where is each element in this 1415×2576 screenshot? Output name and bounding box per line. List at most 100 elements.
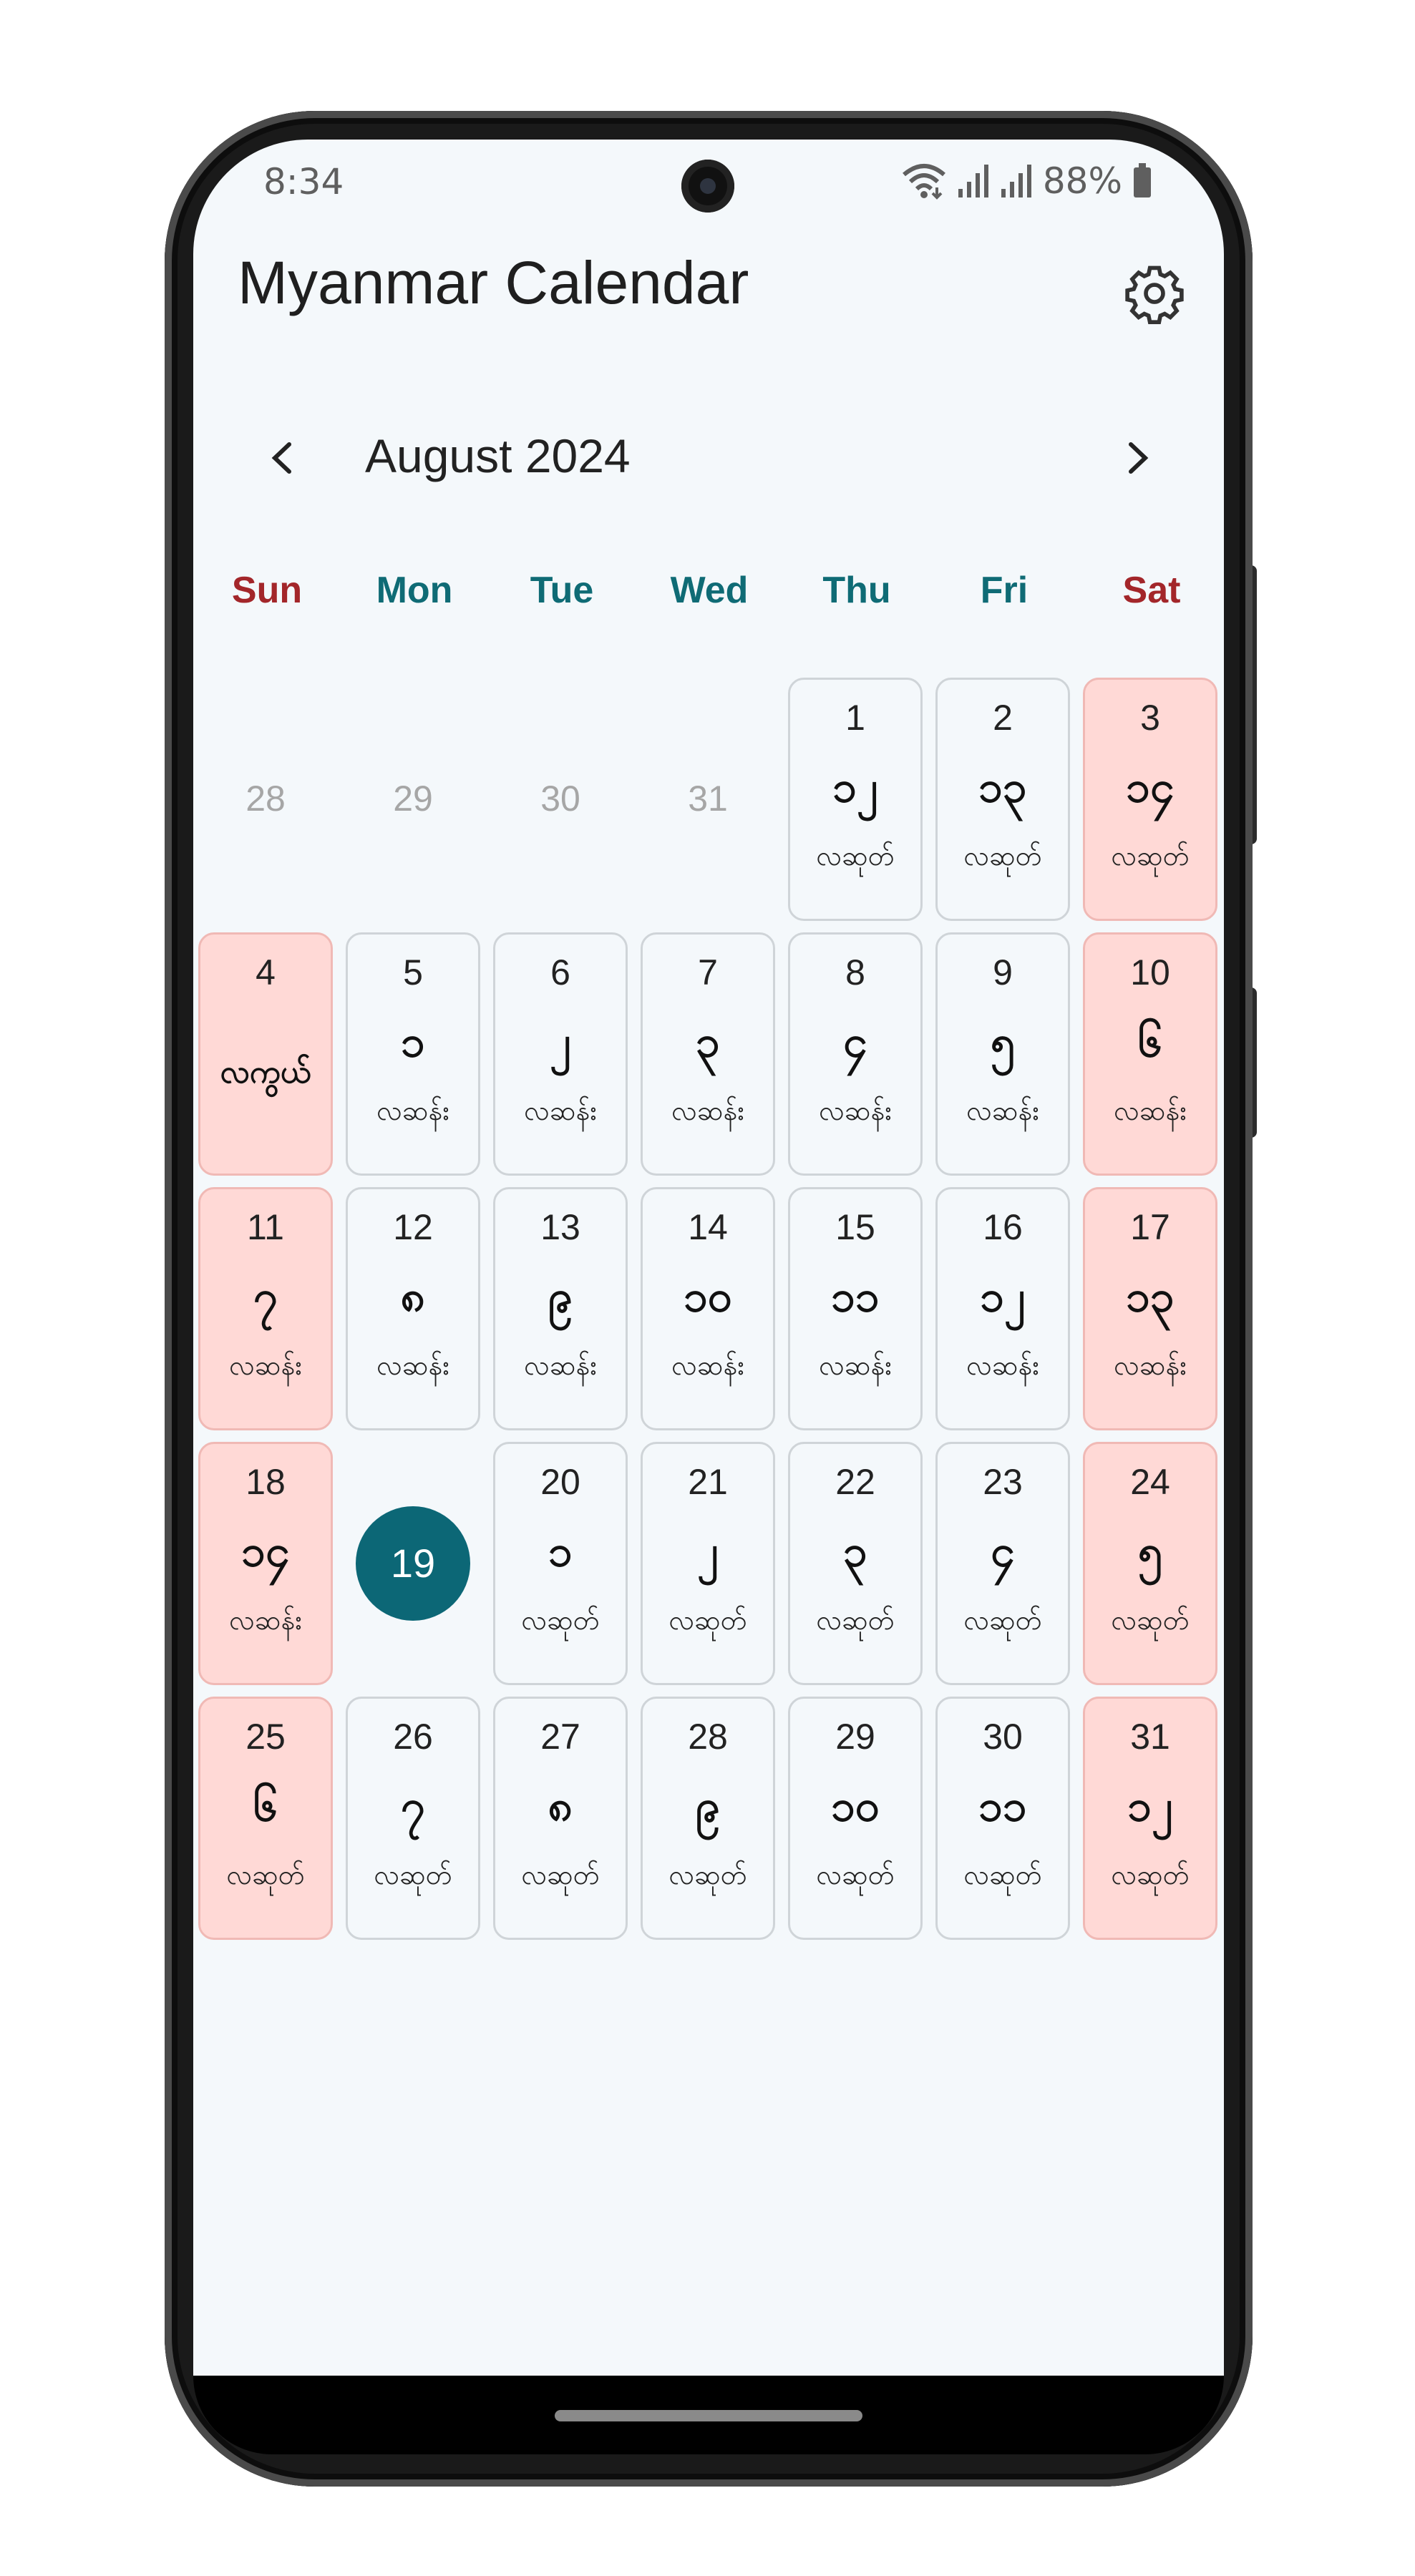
day-number: 15 <box>835 1207 875 1247</box>
myanmar-day-number: ၈ <box>548 1781 573 1831</box>
home-indicator[interactable] <box>555 2410 862 2421</box>
myanmar-day-number: ၉ <box>548 1272 573 1322</box>
chevron-right-icon <box>1129 442 1149 474</box>
prev-month-day: 28 <box>245 779 286 819</box>
front-camera <box>681 160 734 213</box>
myanmar-day-number: ၂ <box>550 1017 571 1067</box>
day-number: 12 <box>393 1207 433 1247</box>
moon-phase-label: လဆန်း <box>966 1350 1039 1381</box>
day-number: 22 <box>835 1462 875 1502</box>
day-number: 6 <box>550 952 570 992</box>
myanmar-day-number: ၆ <box>253 1781 278 1831</box>
moon-phase-label: လဆန်း <box>671 1350 744 1381</box>
day-number: 17 <box>1130 1207 1170 1247</box>
signal-icon <box>1000 163 1033 199</box>
day-number: 2 <box>993 698 1013 738</box>
myanmar-day-number: ၁ <box>548 1526 573 1576</box>
day-number: 28 <box>688 1717 728 1757</box>
day-number: 21 <box>688 1462 728 1502</box>
moon-phase-label: လဆုတ် <box>1111 840 1190 872</box>
day-number: 23 <box>983 1462 1023 1502</box>
day-number: 20 <box>540 1462 580 1502</box>
status-time: 8:34 <box>263 161 344 203</box>
moon-phase-label: လဆုတ် <box>374 1859 452 1890</box>
moon-phase-label: လဆုတ် <box>521 1859 600 1890</box>
myanmar-day-number: ၄ <box>991 1526 1015 1576</box>
app-title: Myanmar Calendar <box>238 249 749 316</box>
day-number: 5 <box>403 952 423 992</box>
day-cell[interactable]: 15 ၁၁ လဆန်း <box>788 1187 923 1430</box>
day-number: 3 <box>1140 698 1160 738</box>
day-cell[interactable]: 16 ၁၂လဆန်း <box>935 1187 1070 1430</box>
day-cell[interactable]: 25 ၆လဆုတ် <box>198 1697 333 1940</box>
day-cell[interactable]: 20 ၁လဆုတ် <box>493 1442 628 1685</box>
moon-phase-label: လဆန်း <box>229 1350 302 1381</box>
day-number: 13 <box>540 1207 580 1247</box>
moon-phase-label: လဆုတ် <box>226 1859 305 1890</box>
myanmar-day-number: ၃ <box>696 1017 720 1067</box>
moon-phase-label: လဆန်း <box>376 1095 449 1126</box>
today-cell[interactable]: 19 <box>346 1442 480 1685</box>
myanmar-day-number: ၅ <box>991 1017 1015 1067</box>
moon-phase-label: လဆန်း <box>376 1350 449 1381</box>
myanmar-day-number: ၁၂ <box>980 1272 1026 1322</box>
moon-phase-label: လဆုတ် <box>816 1604 895 1636</box>
app-screen: 8:34 88% Myanmar Calendar August 2024 Su… <box>193 140 1224 2376</box>
day-cell[interactable]: 1 ၁၂ လဆုတ် <box>788 678 923 921</box>
myanmar-day-number: ၁၄ <box>241 1526 290 1576</box>
prev-month-button[interactable] <box>258 433 308 483</box>
signal-icon <box>957 163 990 199</box>
month-label: August 2024 <box>365 429 631 482</box>
settings-button[interactable] <box>1122 261 1187 326</box>
day-cell[interactable]: 11 ၇လဆန်း <box>198 1187 333 1430</box>
day-cell[interactable]: 3 ၁၄ လဆုတ် <box>1083 678 1217 921</box>
day-cell[interactable]: 30 ၁၁ လဆုတ် <box>935 1697 1070 1940</box>
day-cell[interactable]: 5 ၁လဆန်း <box>346 932 480 1176</box>
day-cell[interactable]: 23 ၄လဆုတ် <box>935 1442 1070 1685</box>
day-cell[interactable]: 8 ၄လဆန်း <box>788 932 923 1176</box>
moon-phase-label: လဆုတ် <box>521 1604 600 1636</box>
day-cell[interactable]: 9 ၅လဆန်း <box>935 932 1070 1176</box>
day-cell[interactable]: 18 ၁၄ လဆန်း <box>198 1442 333 1685</box>
next-month-button[interactable] <box>1112 433 1162 483</box>
day-cell[interactable]: 12 ၈လဆန်း <box>346 1187 480 1430</box>
day-cell[interactable]: 13 ၉လဆန်း <box>493 1187 628 1430</box>
moon-phase-label: လဆုတ် <box>963 840 1042 872</box>
day-number: 11 <box>247 1207 284 1247</box>
day-cell[interactable]: 24 ၅လဆုတ် <box>1083 1442 1217 1685</box>
moon-phase-label: လဆုတ် <box>668 1859 747 1890</box>
day-number: 29 <box>835 1717 875 1757</box>
moon-phase-label: လဆန်း <box>1114 1095 1187 1126</box>
day-cell[interactable]: 28 ၉လဆုတ် <box>641 1697 775 1940</box>
myanmar-day-number: ၁၀ <box>684 1272 732 1322</box>
battery-percent: 88% <box>1042 160 1122 202</box>
day-cell[interactable]: 10 ၆လဆန်း <box>1083 932 1217 1176</box>
status-icons: 88% <box>901 160 1152 203</box>
weekday-header: Sun Mon Tue Wed Thu Fri Sat <box>193 569 1224 626</box>
day-cell[interactable]: 6 ၂လဆန်း <box>493 932 628 1176</box>
myanmar-day-number: ၇ <box>401 1781 425 1831</box>
weekday-sat: Sat <box>1122 570 1181 611</box>
day-cell[interactable]: 17 ၁၃ လဆန်း <box>1083 1187 1217 1430</box>
day-number: 16 <box>983 1207 1023 1247</box>
myanmar-day-number: ၁၃ <box>1126 1272 1175 1322</box>
day-number: 31 <box>1130 1717 1170 1757</box>
day-cell[interactable]: 22 ၃လဆုတ် <box>788 1442 923 1685</box>
battery-icon <box>1132 163 1152 199</box>
moon-phase-label: လဆန်း <box>819 1350 892 1381</box>
day-cell[interactable]: 14 ၁၀ လဆန်း <box>641 1187 775 1430</box>
moon-phase-label: လဆုတ် <box>963 1859 1042 1890</box>
day-cell[interactable]: 27 ၈လဆုတ် <box>493 1697 628 1940</box>
day-cell[interactable]: 26 ၇လဆုတ် <box>346 1697 480 1940</box>
day-cell[interactable]: 31 ၁၂ လဆုတ် <box>1083 1697 1217 1940</box>
day-cell[interactable]: 7 ၃လဆန်း <box>641 932 775 1176</box>
day-cell[interactable]: 21 ၂လဆုတ် <box>641 1442 775 1685</box>
moon-phase-label: လဆန်း <box>819 1095 892 1126</box>
day-cell[interactable]: 4 လကွယ် <box>198 932 333 1176</box>
weekday-wed: Wed <box>670 570 749 611</box>
myanmar-day-number: ၇ <box>253 1272 278 1322</box>
moon-phase-label: လကွယ် <box>220 1054 311 1091</box>
day-cell[interactable]: 29 ၁၀ လဆုတ် <box>788 1697 923 1940</box>
day-cell[interactable]: 2 ၁၃ လဆုတ် <box>935 678 1070 921</box>
day-number: 10 <box>1130 952 1170 992</box>
